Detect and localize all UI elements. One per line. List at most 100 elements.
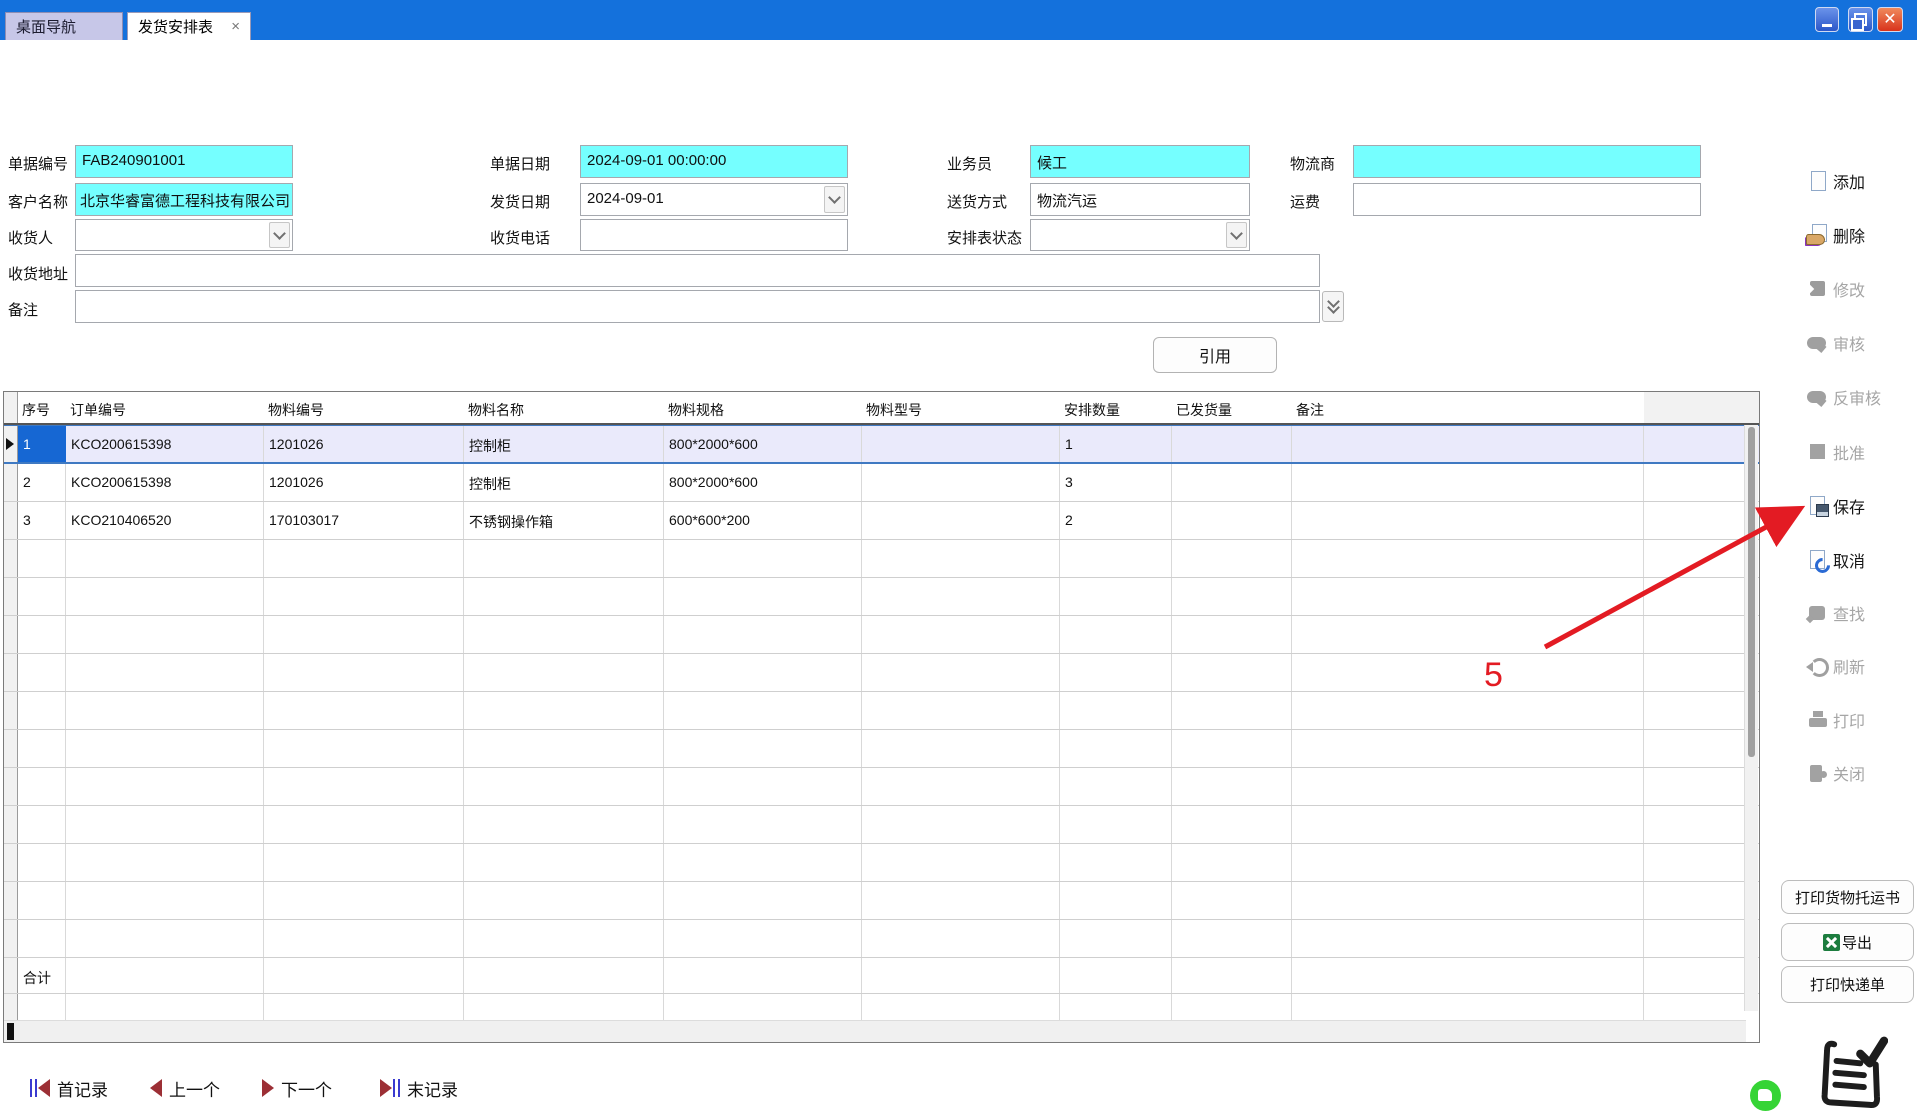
cell-seq[interactable] xyxy=(18,730,66,767)
cell-material_no[interactable]: 170103017 xyxy=(264,502,464,539)
salesman-field[interactable]: 候工 xyxy=(1030,145,1250,178)
address-field[interactable] xyxy=(75,254,1320,287)
status-dropdown-button[interactable] xyxy=(1226,222,1247,248)
cell-material_no[interactable] xyxy=(264,730,464,767)
cell-remark[interactable] xyxy=(1292,540,1644,577)
column-header-model[interactable]: 物料型号 xyxy=(862,392,1060,423)
cell-material_name[interactable] xyxy=(464,806,664,843)
button-print-express[interactable]: 打印快递单 xyxy=(1781,966,1914,1003)
cell-qty[interactable] xyxy=(1060,730,1172,767)
cell-seq[interactable]: 1 xyxy=(18,426,66,462)
cell-remark[interactable] xyxy=(1292,464,1644,501)
cell-order_no[interactable] xyxy=(66,958,264,993)
remark-expand-button[interactable] xyxy=(1322,291,1344,322)
cell-model[interactable] xyxy=(862,692,1060,729)
row-selector-cell[interactable] xyxy=(4,578,18,615)
row-selector-cell[interactable] xyxy=(4,502,18,539)
table-row-empty[interactable] xyxy=(4,578,1759,616)
cell-spec[interactable] xyxy=(664,692,862,729)
cell-material_no[interactable] xyxy=(264,844,464,881)
cell-seq[interactable] xyxy=(18,882,66,919)
cell-model[interactable] xyxy=(862,730,1060,767)
delivery-method-field[interactable]: 物流汽运 xyxy=(1030,183,1250,216)
horizontal-scrollbar-thumb[interactable] xyxy=(7,1023,14,1040)
cell-qty[interactable]: 3 xyxy=(1060,464,1172,501)
cell-qty[interactable] xyxy=(1060,692,1172,729)
cell-shipped_qty[interactable] xyxy=(1172,654,1292,691)
window-restore-button[interactable] xyxy=(1848,7,1873,32)
cell-shipped_qty[interactable] xyxy=(1172,578,1292,615)
cell-material_name[interactable] xyxy=(464,844,664,881)
cell-seq[interactable] xyxy=(18,844,66,881)
row-selector-cell[interactable] xyxy=(4,616,18,653)
cell-model[interactable] xyxy=(862,920,1060,957)
vertical-scrollbar-thumb[interactable] xyxy=(1748,427,1755,757)
table-row[interactable]: 3KCO210406520170103017不锈钢操作箱600*600*2002 xyxy=(4,502,1759,540)
cell-seq[interactable] xyxy=(18,920,66,957)
cell-material_no[interactable]: 1201026 xyxy=(264,464,464,501)
cell-remark[interactable] xyxy=(1292,616,1644,653)
toolbar-button-cancel[interactable]: 取消 xyxy=(1806,546,1865,573)
cell-spec[interactable] xyxy=(664,882,862,919)
status-combobox[interactable] xyxy=(1030,219,1250,251)
table-row-empty[interactable] xyxy=(4,616,1759,654)
table-row[interactable]: 2KCO2006153981201026控制柜800*2000*6003 xyxy=(4,464,1759,502)
freight-field[interactable] xyxy=(1353,183,1701,216)
column-header-material_name[interactable]: 物料名称 xyxy=(464,392,664,423)
cell-material_name[interactable] xyxy=(464,540,664,577)
grid-horizontal-scrollbar[interactable] xyxy=(4,1020,1746,1042)
column-header-order_no[interactable]: 订单编号 xyxy=(66,392,264,423)
cell-spec[interactable]: 800*2000*600 xyxy=(664,464,862,501)
cell-spec[interactable] xyxy=(664,806,862,843)
cell-spec[interactable] xyxy=(664,578,862,615)
cell-filler[interactable] xyxy=(1644,920,1759,957)
table-row-empty[interactable] xyxy=(4,920,1759,958)
cell-material_name[interactable] xyxy=(464,958,664,993)
cell-order_no[interactable]: KCO200615398 xyxy=(66,426,264,462)
cell-material_name[interactable]: 控制柜 xyxy=(464,464,664,501)
remark-field[interactable] xyxy=(75,290,1320,323)
column-header-spec[interactable]: 物料规格 xyxy=(664,392,862,423)
cell-filler[interactable] xyxy=(1644,464,1759,501)
cell-qty[interactable] xyxy=(1060,958,1172,993)
cell-seq[interactable] xyxy=(18,768,66,805)
tab-close-icon[interactable]: × xyxy=(231,19,240,34)
cell-qty[interactable] xyxy=(1060,654,1172,691)
column-header-remark[interactable]: 备注 xyxy=(1292,392,1644,423)
cell-remark[interactable] xyxy=(1292,426,1644,462)
cell-remark[interactable] xyxy=(1292,768,1644,805)
cell-spec[interactable] xyxy=(664,958,862,993)
cell-qty[interactable]: 1 xyxy=(1060,426,1172,462)
cell-order_no[interactable]: KCO200615398 xyxy=(66,464,264,501)
column-header-qty[interactable]: 安排数量 xyxy=(1060,392,1172,423)
cell-shipped_qty[interactable] xyxy=(1172,882,1292,919)
cell-seq[interactable] xyxy=(18,654,66,691)
cell-shipped_qty[interactable] xyxy=(1172,502,1292,539)
cell-material_no[interactable] xyxy=(264,578,464,615)
table-row-empty[interactable] xyxy=(4,768,1759,806)
assistant-green-icon[interactable] xyxy=(1750,1080,1781,1111)
ship-date-combobox[interactable]: 2024-09-01 xyxy=(580,183,848,216)
cell-spec[interactable] xyxy=(664,730,862,767)
cell-spec[interactable] xyxy=(664,768,862,805)
cell-model[interactable] xyxy=(862,464,1060,501)
cell-material_no[interactable] xyxy=(264,692,464,729)
cell-material_no[interactable] xyxy=(264,920,464,957)
row-selector-cell[interactable] xyxy=(4,464,18,501)
cell-qty[interactable] xyxy=(1060,768,1172,805)
cell-shipped_qty[interactable] xyxy=(1172,920,1292,957)
doc-date-field[interactable]: 2024-09-01 00:00:00 xyxy=(580,145,848,178)
cell-filler[interactable] xyxy=(1644,958,1759,993)
cell-order_no[interactable] xyxy=(66,730,264,767)
table-row-empty[interactable] xyxy=(4,844,1759,882)
cell-qty[interactable] xyxy=(1060,806,1172,843)
tab-desktop-nav[interactable]: 桌面导航 xyxy=(5,12,123,40)
cell-filler[interactable] xyxy=(1644,540,1759,577)
cell-order_no[interactable] xyxy=(66,616,264,653)
cell-model[interactable] xyxy=(862,654,1060,691)
table-row-empty[interactable] xyxy=(4,540,1759,578)
cell-model[interactable] xyxy=(862,426,1060,462)
row-selector-cell[interactable] xyxy=(4,768,18,805)
cell-remark[interactable] xyxy=(1292,692,1644,729)
cell-order_no[interactable] xyxy=(66,540,264,577)
